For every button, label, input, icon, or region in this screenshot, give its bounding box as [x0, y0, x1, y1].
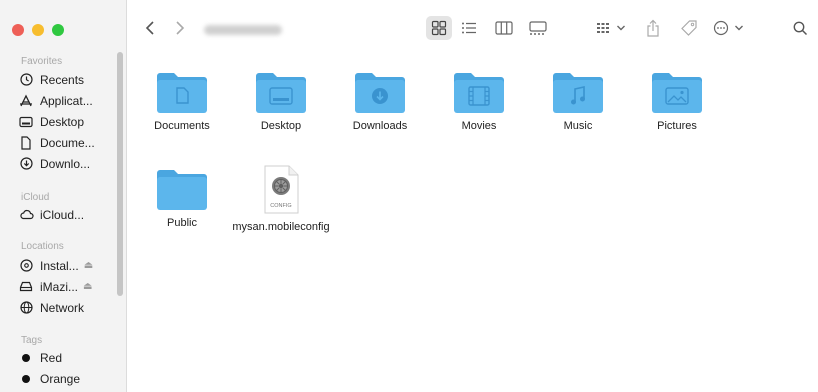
folder-desktop-icon [256, 73, 306, 113]
sidebar-scrollbar[interactable] [117, 52, 123, 296]
toolbar [127, 0, 818, 52]
folder-pictures-icon [652, 73, 702, 113]
external-drive-icon [18, 281, 34, 292]
file-label: Pictures [657, 120, 697, 132]
sidebar-item-recents[interactable]: Recents [18, 70, 118, 89]
chevron-left-icon [145, 21, 154, 35]
file-item-desktop[interactable]: Desktop [231, 70, 331, 133]
file-item-pictures[interactable]: Pictures [627, 70, 727, 133]
chevron-down-icon [617, 25, 625, 31]
group-grid-icon [597, 23, 609, 33]
file-label: mysan.mobileconfig [232, 221, 330, 233]
folder-movies-icon [454, 73, 504, 113]
sidebar-item-label: iCloud... [40, 207, 85, 222]
file-item-mobileconfig[interactable]: CONFIG mysan.mobileconfig [231, 165, 331, 234]
back-button[interactable] [141, 17, 159, 39]
folder-documents-icon [157, 73, 207, 113]
sidebar-item-label: Network [40, 300, 85, 315]
tag-icon [681, 20, 697, 36]
folder-public-icon [157, 170, 207, 210]
sidebar-item-label: Recents [40, 72, 85, 87]
columns-icon [495, 21, 513, 35]
file-item-music[interactable]: Music [528, 70, 628, 133]
folder-downloads-icon [355, 73, 405, 113]
file-label: Movies [461, 120, 497, 132]
sidebar-section-favorites: Favorites [21, 56, 63, 67]
desktop-icon [18, 116, 34, 128]
eject-icon[interactable]: ⏏ [83, 281, 92, 292]
file-item-documents[interactable]: Documents [132, 70, 232, 133]
sidebar-item-label: Orange [40, 371, 81, 386]
sidebar-item-tag-orange[interactable]: Orange [18, 369, 118, 388]
sidebar-item-icloud-drive[interactable]: iCloud... [18, 205, 118, 224]
sidebar-item-tag-red[interactable]: Red [18, 348, 118, 367]
clock-icon [18, 73, 34, 86]
file-item-public[interactable]: Public [132, 167, 232, 230]
sidebar-section-icloud: iCloud [21, 192, 50, 203]
applications-icon [18, 94, 34, 107]
search-icon [793, 21, 807, 35]
more-actions-button[interactable] [712, 17, 744, 39]
config-badge: CONFIG [270, 203, 291, 209]
gallery-icon [529, 20, 547, 35]
cloud-icon [18, 209, 34, 220]
globe-icon [18, 301, 34, 314]
eject-icon[interactable]: ⏏ [84, 260, 93, 271]
zoom-button[interactable] [52, 24, 64, 36]
tag-button[interactable] [678, 17, 700, 39]
file-grid: Documents Desktop Downloads Movies Music… [127, 52, 818, 392]
sidebar-item-applications[interactable]: Applicat... [18, 91, 118, 110]
share-button[interactable] [643, 17, 663, 39]
search-button[interactable] [790, 17, 810, 39]
group-by-button[interactable] [594, 17, 628, 39]
sidebar-item-network[interactable]: Network [18, 298, 118, 317]
sidebar-section-locations: Locations [21, 241, 64, 252]
icon-view-button[interactable] [428, 17, 450, 39]
grid-icon [431, 20, 447, 36]
file-label: Documents [154, 120, 210, 132]
list-icon [462, 22, 476, 34]
sidebar-item-label: Desktop [40, 114, 85, 129]
file-label: Public [167, 217, 197, 229]
column-view-button[interactable] [493, 17, 515, 39]
share-icon [647, 19, 659, 37]
ellipsis-circle-icon [713, 20, 728, 36]
gallery-view-button[interactable] [526, 17, 550, 39]
file-item-downloads[interactable]: Downloads [330, 70, 430, 133]
folder-music-icon [553, 73, 603, 113]
sidebar-item-imazing-drive[interactable]: iMazi... ⏏ [18, 277, 118, 296]
file-item-movies[interactable]: Movies [429, 70, 529, 133]
path-title-blurred [204, 25, 282, 35]
sidebar-item-downloads[interactable]: Downlo... [18, 154, 118, 173]
disk-icon [18, 259, 34, 272]
list-view-button[interactable] [458, 17, 480, 39]
forward-button[interactable] [171, 17, 189, 39]
finder-window: Favorites Recents Applicat... Desktop Do… [0, 0, 818, 392]
download-icon [18, 157, 34, 170]
sidebar-section-tags: Tags [21, 335, 43, 346]
config-file-icon: CONFIG [264, 165, 299, 214]
sidebar-item-label: Docume... [40, 135, 95, 150]
chevron-down-icon [734, 25, 743, 31]
file-label: Desktop [260, 120, 302, 132]
sidebar-item-label: Red [40, 350, 63, 365]
tag-dot-icon [18, 353, 34, 363]
sidebar: Favorites Recents Applicat... Desktop Do… [0, 0, 127, 392]
chevron-right-icon [176, 21, 185, 35]
sidebar-item-label: iMazi... [40, 279, 79, 294]
close-button[interactable] [12, 24, 24, 36]
sidebar-item-label: Applicat... [40, 93, 93, 108]
tag-dot-icon [18, 374, 34, 384]
file-label: Music [563, 120, 593, 132]
sidebar-item-label: Instal... [40, 258, 79, 273]
window-controls [12, 24, 64, 36]
file-label: Downloads [352, 120, 408, 132]
sidebar-item-install-disk[interactable]: Instal... ⏏ [18, 256, 118, 275]
sidebar-item-documents[interactable]: Docume... [18, 133, 118, 152]
sidebar-item-label: Downlo... [40, 156, 91, 171]
sidebar-item-desktop[interactable]: Desktop [18, 112, 118, 131]
minimize-button[interactable] [32, 24, 44, 36]
document-icon [18, 135, 34, 150]
